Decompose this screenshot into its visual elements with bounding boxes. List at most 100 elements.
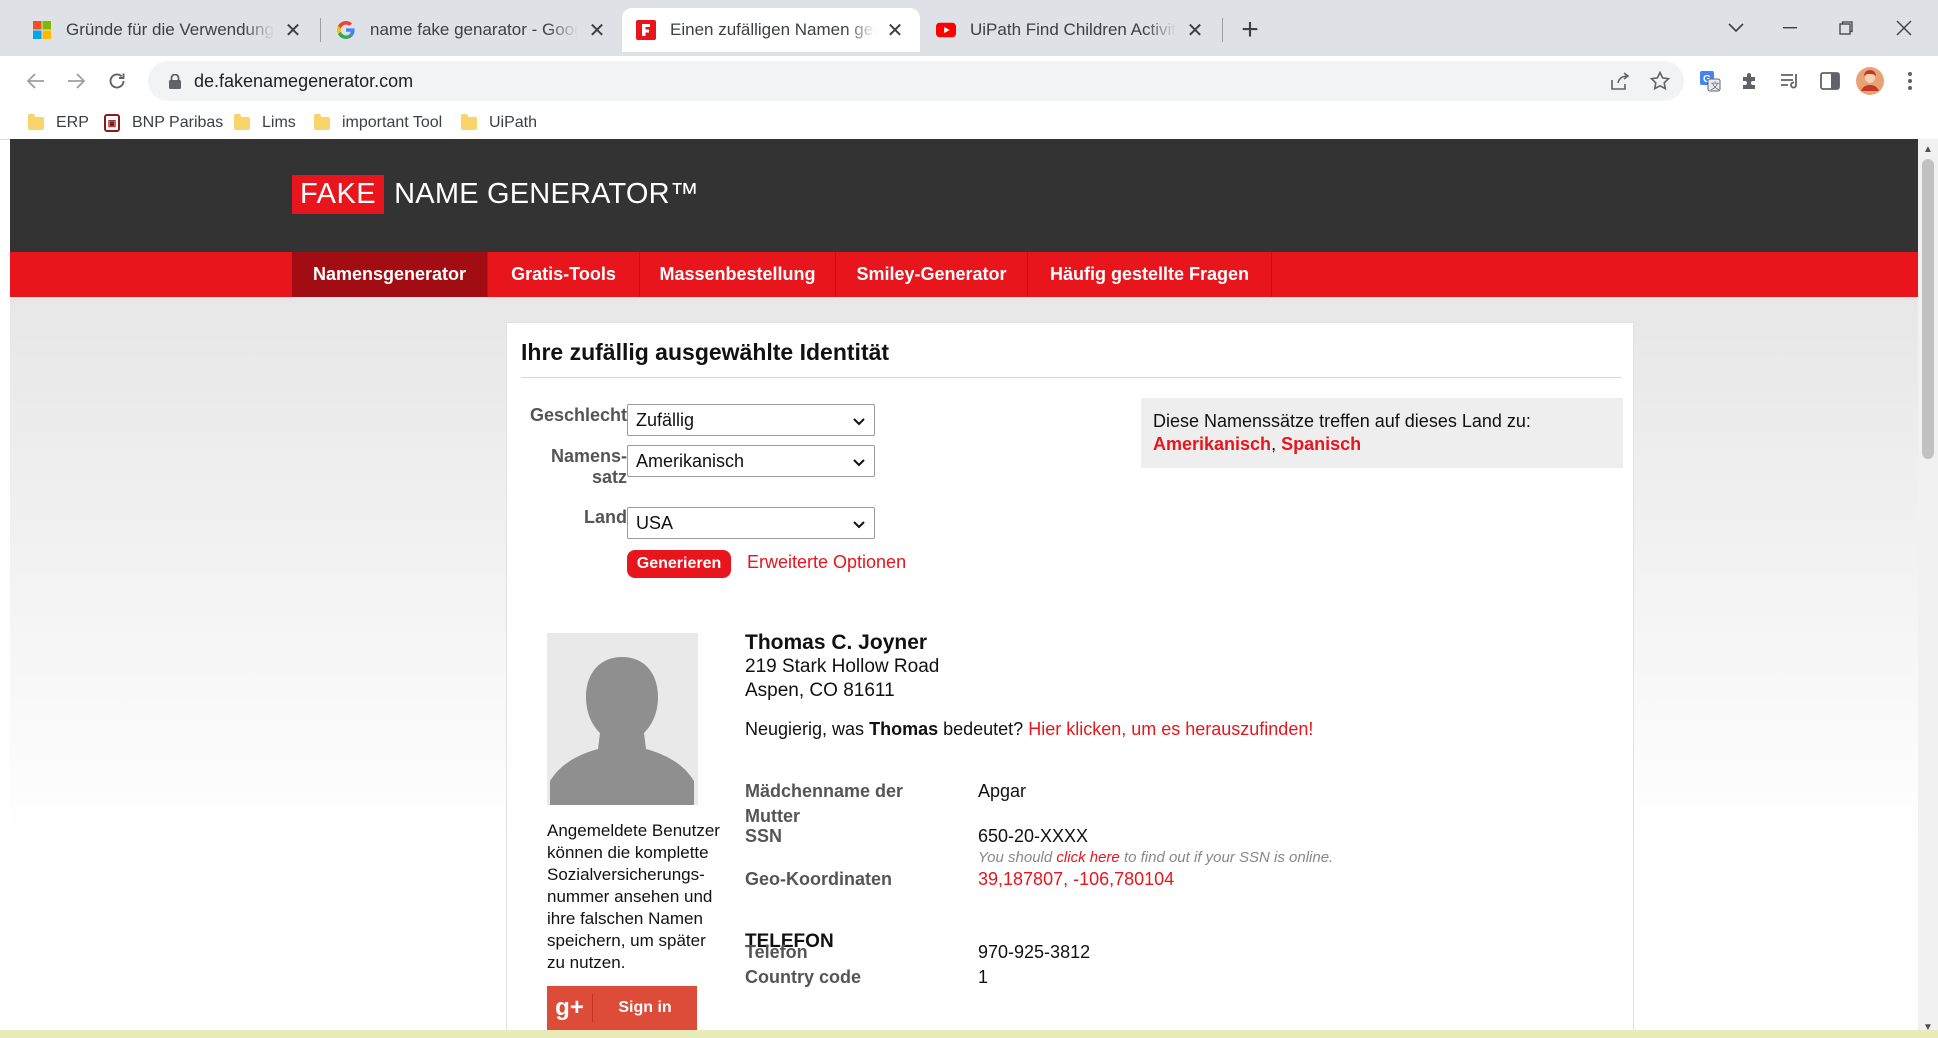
nameset-value: Amerikanisch: [636, 450, 745, 471]
tab-uipath-youtube[interactable]: UiPath Find Children Activity | Selenium…: [922, 8, 1220, 52]
reading-list-icon[interactable]: [1774, 65, 1806, 97]
ssn-note-pre: You should: [978, 849, 1053, 866]
address-bar[interactable]: de.fakenamegenerator.com: [148, 61, 1684, 101]
chevron-down-icon: [852, 412, 866, 433]
extensions-puzzle-icon[interactable]: [1734, 65, 1766, 97]
logo-fake: FAKE: [292, 175, 385, 214]
ssn-note-post: to find out if your SSN is online.: [1123, 849, 1334, 866]
close-tab-icon[interactable]: ✕: [884, 19, 906, 42]
person-silhouette-avatar: [547, 633, 698, 805]
svg-text:文: 文: [1711, 80, 1720, 91]
identity-address: Thomas C. Joyner 219 Stark Hollow Road A…: [745, 631, 1605, 703]
tab-reasons[interactable]: Gründe für die Verwendung von Fake Namen…: [18, 8, 318, 52]
chevron-down-icon: [852, 515, 866, 536]
bookmark-important-tool[interactable]: important Tool: [314, 110, 442, 136]
folder-icon: [234, 113, 250, 130]
gender-label: Geschlecht: [529, 405, 627, 425]
tab-fakenamegenerator[interactable]: Einen zufälligen Namen generieren ✕: [622, 8, 920, 52]
microsoft-icon: [32, 20, 52, 40]
chrome-menu-icon[interactable]: [1894, 65, 1926, 97]
profile-avatar-icon[interactable]: [1854, 65, 1886, 97]
restore-icon[interactable]: [1826, 10, 1866, 46]
nameset-select[interactable]: Amerikanisch: [627, 445, 875, 477]
country-code-value: 1: [978, 967, 989, 987]
tab-search-chevron-icon[interactable]: [1716, 10, 1756, 46]
nameset-label-line2: satz: [591, 467, 627, 487]
country-code-label: Country code: [745, 967, 862, 987]
name-meaning-link[interactable]: Hier klicken, um es herauszufinden!: [1028, 719, 1313, 739]
bookmarks-bar: ERP ▣ BNP Paribas Lims important Tool Ui…: [0, 106, 1938, 140]
folder-icon: [314, 113, 330, 130]
scroll-up-arrow-icon[interactable]: ▲: [1918, 141, 1938, 157]
bookmark-label: BNP Paribas: [132, 114, 224, 131]
bookmark-uipath[interactable]: UiPath: [461, 110, 537, 136]
close-tab-icon[interactable]: ✕: [1184, 19, 1206, 42]
url-text: de.fakenamegenerator.com: [194, 70, 414, 91]
scrollbar-thumb[interactable]: [1922, 159, 1934, 459]
lock-icon: [158, 73, 192, 89]
bookmark-lims[interactable]: Lims: [234, 110, 296, 136]
forward-arrow-icon[interactable]: [60, 65, 92, 97]
ssn-value: 650-20-XXXX: [978, 826, 1089, 846]
geo-coordinates-link[interactable]: 39,187807, -106,780104: [978, 867, 1174, 892]
gender-select[interactable]: Zufällig: [627, 404, 875, 436]
tab-title: name fake genarator - Google Suche: [370, 20, 578, 39]
youtube-icon: [936, 20, 956, 40]
new-tab-plus-icon[interactable]: +: [1232, 12, 1268, 48]
bookmark-label: Lims: [262, 114, 296, 131]
curious-mid: bedeutet?: [943, 719, 1024, 739]
back-arrow-icon[interactable]: [20, 65, 52, 97]
tab-title: UiPath Find Children Activity | Selenium: [970, 20, 1176, 39]
ssn-click-here-link[interactable]: click here: [1056, 849, 1119, 866]
tab-google[interactable]: name fake genarator - Google Suche ✕: [322, 8, 622, 52]
side-panel-icon[interactable]: [1814, 65, 1846, 97]
reload-icon[interactable]: [101, 65, 133, 97]
curious-pre: Neugierig, was: [745, 719, 865, 739]
address-street: 219 Stark Hollow Road: [745, 656, 940, 677]
close-tab-icon[interactable]: ✕: [282, 19, 304, 42]
nameset-info-box: Diese Namenssätze treffen auf dieses Lan…: [1141, 398, 1623, 468]
name-meaning-line: Neugierig, was Thomas bedeutet? Hier kli…: [745, 719, 1313, 740]
ssn-note: You should click here to find out if you…: [978, 849, 1333, 866]
nameset-label-line1: Namens-: [550, 446, 627, 466]
title-divider: [521, 377, 1621, 378]
phone-label: Telefon: [745, 942, 808, 962]
folder-icon: [461, 113, 477, 130]
link-spanisch[interactable]: Spanisch: [1281, 434, 1361, 454]
translate-extension-icon[interactable]: G文: [1694, 65, 1726, 97]
link-amerikanisch[interactable]: Amerikanisch: [1153, 434, 1271, 454]
bookmark-label: ERP: [56, 114, 89, 131]
nav-namensgenerator[interactable]: Namensgenerator: [292, 252, 488, 297]
country-value: USA: [636, 512, 674, 533]
page-scrollbar[interactable]: ▲ ▼: [1918, 139, 1938, 1038]
close-window-icon[interactable]: [1884, 10, 1924, 46]
advanced-options-link[interactable]: Erweiterte Optionen: [747, 552, 906, 573]
country-label: Land: [584, 507, 627, 527]
bookmark-star-icon[interactable]: [1644, 65, 1676, 97]
nav-gratis-tools[interactable]: Gratis-Tools: [488, 252, 640, 297]
bookmark-erp[interactable]: ERP: [28, 110, 89, 136]
curious-name: Thomas: [869, 719, 939, 739]
google-plus-signin-button[interactable]: g+ Sign in: [547, 986, 697, 1030]
browser-toolbar: de.fakenamegenerator.com G文: [0, 56, 1938, 106]
maiden-label-line1: Mädchenname der: [745, 781, 904, 801]
generate-button[interactable]: Generieren: [627, 550, 731, 578]
bookmark-bnp-paribas[interactable]: ▣ BNP Paribas: [104, 110, 223, 136]
minimize-icon[interactable]: [1770, 10, 1810, 46]
close-tab-icon[interactable]: ✕: [586, 19, 608, 42]
maiden-name-value: Apgar: [978, 781, 1027, 801]
nav-faq[interactable]: Häufig gestellte Fragen: [1028, 252, 1272, 297]
site-navbar: Namensgenerator Gratis-Tools Massenbeste…: [10, 252, 1918, 297]
tab-strip: Gründe für die Verwendung von Fake Namen…: [0, 0, 1938, 56]
country-select[interactable]: USA: [627, 507, 875, 539]
nav-smiley-generator[interactable]: Smiley-Generator: [836, 252, 1028, 297]
person-name: Thomas C. Joyner: [745, 631, 928, 654]
page-viewport: FAKE NAME GENERATOR™ Namensgenerator Gra…: [10, 139, 1918, 1038]
fakenamegenerator-icon: [636, 20, 656, 40]
share-icon[interactable]: [1604, 65, 1636, 97]
phone-value: 970-925-3812: [978, 942, 1091, 962]
nav-massenbestellung[interactable]: Massenbestellung: [640, 252, 836, 297]
site-logo[interactable]: FAKE NAME GENERATOR™: [292, 175, 699, 214]
site-header: FAKE NAME GENERATOR™: [10, 139, 1918, 252]
tab-title: Einen zufälligen Namen generieren: [670, 20, 876, 39]
